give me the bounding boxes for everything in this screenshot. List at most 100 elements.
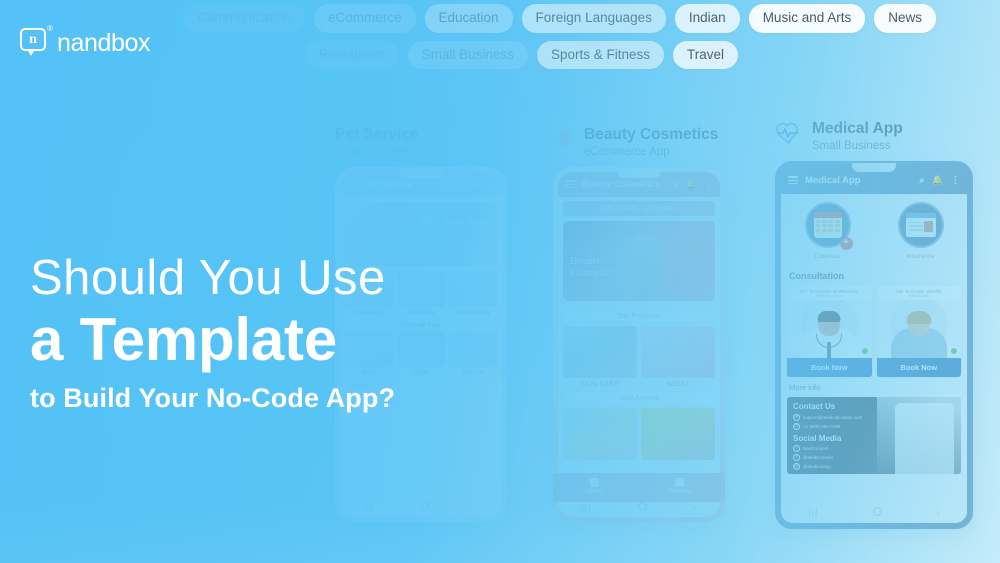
- social-item[interactable]: ◎ @MedicalApp: [793, 463, 961, 471]
- hamburger-menu-icon[interactable]: [565, 180, 575, 189]
- recents-button[interactable]: |||: [808, 507, 818, 517]
- contact-heading: Contact Us: [793, 401, 836, 411]
- section-top-products[interactable]: Top Products: [563, 308, 715, 323]
- hamburger-menu-icon[interactable]: [347, 180, 357, 189]
- discover-icon: [675, 477, 685, 487]
- shortcut-insurance[interactable]: Insurance: [874, 201, 967, 260]
- app-bar-title: Medical App: [805, 174, 861, 186]
- more-info-label[interactable]: More info: [781, 377, 967, 397]
- tile-item[interactable]: Pet walking: [449, 270, 497, 316]
- doctor-name: DR. RICHARD MORRISON: [800, 288, 859, 294]
- notification-bell-icon[interactable]: 🔔: [932, 175, 944, 186]
- tab-discover[interactable]: Discover: [667, 477, 693, 497]
- phone-mockup: Beauty Cosmetics ⌕ 🔔 ⋮ WELCOME, Gorgeous…: [553, 166, 725, 522]
- home-button[interactable]: [420, 502, 429, 512]
- app-card-medical-app[interactable]: Medical App Small Business Medical App ⌕…: [775, 120, 973, 529]
- product-item[interactable]: SCENT: [641, 325, 715, 388]
- doctor-photo: [787, 299, 872, 358]
- card-header: Beauty Cosmetics eCommerce App: [553, 126, 725, 158]
- card-subtitle: eCommerce App: [584, 145, 670, 158]
- social-item[interactable]: t @MedConnect: [793, 454, 961, 462]
- tile-item[interactable]: Dogs: [397, 330, 445, 376]
- hero-banner: Pet Service Small Business Pet Service ⌕…: [0, 0, 1000, 563]
- nandbox-logo[interactable]: n ® nandbox: [20, 24, 151, 58]
- tile-item[interactable]: Boarding: [397, 270, 445, 316]
- book-now-button[interactable]: Book Now: [787, 357, 872, 377]
- phone-notch: [852, 162, 896, 172]
- contact-text: support@medicalcontact.com: [803, 415, 863, 421]
- phone-notch: [617, 168, 661, 178]
- instagram-icon: ◎: [793, 463, 800, 471]
- back-button[interactable]: ‹: [694, 502, 697, 512]
- card-title: Beauty Cosmetics: [584, 126, 719, 143]
- home-button[interactable]: [638, 502, 647, 512]
- book-now-button[interactable]: Book Now: [876, 357, 961, 377]
- tab-home[interactable]: Home: [585, 477, 603, 497]
- more-icon[interactable]: ⋮: [486, 179, 495, 190]
- product-thumbnail: [563, 407, 637, 460]
- doctor-card[interactable]: DR. RACHEL WOOD Family Care Book Now: [876, 285, 961, 377]
- contact-card: Contact Us ✉ support@medicalcontact.com …: [787, 396, 961, 474]
- app-bar-title: Beauty Cosmetics: [582, 179, 661, 190]
- doctor-card[interactable]: DR. RICHARD MORRISON General Surgeon Boo…: [787, 285, 872, 377]
- brand-wordmark: nandbox: [57, 28, 151, 57]
- search-icon[interactable]: ⌕: [919, 175, 924, 186]
- product-item[interactable]: SKIN CARE: [563, 325, 637, 388]
- registered-mark: ®: [47, 24, 53, 33]
- notification-bell-icon[interactable]: 🔔: [686, 179, 697, 190]
- calendar-icon: +: [804, 201, 853, 250]
- doctor-photo: [876, 299, 961, 358]
- tile-item[interactable]: Parrots: [449, 330, 497, 376]
- shortcut-label: Insurance: [906, 252, 935, 260]
- headline-line-2: a Template: [30, 305, 337, 373]
- headline-line-1: Should You Use: [30, 251, 386, 305]
- heart-pulse-icon: [775, 120, 803, 151]
- back-button[interactable]: ‹: [937, 507, 940, 517]
- search-icon[interactable]: ⌕: [674, 179, 679, 190]
- tile-label: Parrots: [462, 368, 484, 376]
- phone-system-nav: ||| ‹: [340, 497, 502, 517]
- search-icon[interactable]: ⌕: [474, 179, 479, 190]
- card-title: Pet Service: [335, 126, 419, 143]
- product-item[interactable]: [563, 407, 637, 460]
- recents-button[interactable]: |||: [363, 502, 373, 512]
- shortcut-grid: + Calendar Insurance: [781, 194, 967, 264]
- card-header: Pet Service Small Business: [335, 126, 507, 158]
- medical-cross-badge: +: [839, 236, 853, 250]
- new-arrivals-grid: [558, 407, 720, 460]
- contact-item[interactable]: ✆ +1 (800) 555-0199: [793, 423, 961, 431]
- card-subtitle: Small Business: [812, 139, 891, 152]
- section-just-arrived[interactable]: Just Arrived: [563, 390, 715, 405]
- doctor-list: DR. RICHARD MORRISON General Surgeon Boo…: [781, 285, 967, 377]
- status-badge-online: [861, 347, 868, 354]
- tile-label: Dogs: [413, 368, 429, 376]
- back-button[interactable]: ‹: [476, 502, 479, 512]
- logo-letter: n: [29, 31, 37, 47]
- app-card-beauty-cosmetics[interactable]: Beauty Cosmetics eCommerce App Beauty Co…: [553, 126, 725, 522]
- hamburger-menu-icon[interactable]: [788, 176, 798, 185]
- home-button[interactable]: [873, 507, 882, 517]
- social-item[interactable]: f MedConnect: [793, 445, 961, 453]
- tile-label: Pet walking: [456, 308, 490, 316]
- product-thumbnail: [641, 407, 715, 460]
- social-text: @MedicalApp: [803, 464, 831, 470]
- more-icon[interactable]: ⋮: [704, 179, 713, 190]
- id-card-icon: [897, 201, 944, 248]
- card-title: Medical App: [812, 120, 903, 137]
- shortcut-calendar[interactable]: + Calendar: [781, 201, 874, 260]
- social-heading: Social Media: [793, 434, 842, 444]
- doctor-name: DR. RACHEL WOOD: [896, 288, 942, 294]
- contact-text: +1 (800) 555-0199: [803, 424, 841, 430]
- recents-button[interactable]: |||: [581, 502, 591, 512]
- tile-thumbnail: [449, 270, 497, 307]
- flame-icon: [553, 126, 575, 157]
- more-icon[interactable]: ⋮: [951, 175, 961, 186]
- phone-mockup: Medical App ⌕ 🔔 ⋮ + Calendar Insurance C…: [775, 160, 973, 529]
- facebook-icon: f: [793, 445, 800, 453]
- model-photo: [620, 233, 667, 293]
- contact-item[interactable]: ✉ support@medicalcontact.com: [793, 414, 961, 422]
- card-header: Medical App Small Business: [775, 120, 973, 152]
- product-item[interactable]: [641, 407, 715, 460]
- status-badge-online: [951, 347, 957, 354]
- product-grid: SKIN CARE SCENT: [558, 325, 720, 388]
